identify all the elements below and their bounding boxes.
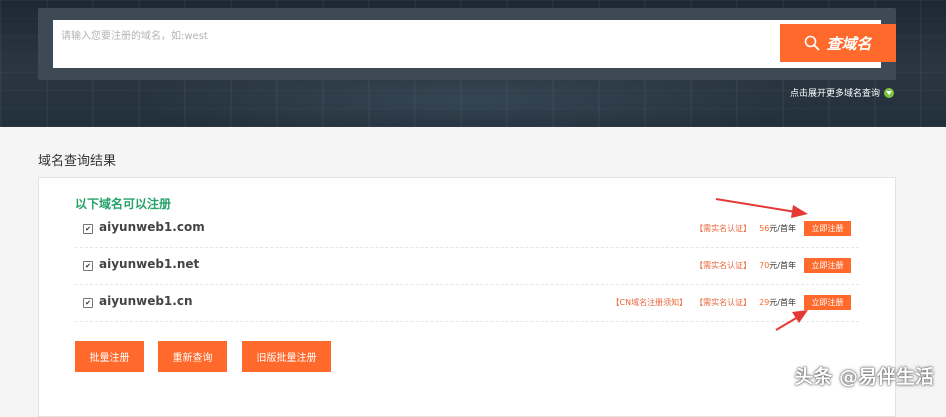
- results-panel: 以下域名可以注册 aiyunweb1.com 【需实名认证】 56元/首年 立即…: [38, 177, 896, 417]
- bulk-register-button[interactable]: 批量注册: [75, 341, 144, 372]
- old-bulk-register-button[interactable]: 旧版批量注册: [242, 341, 331, 372]
- domain-row: aiyunweb1.net 【需实名认证】 70元/首年 立即注册: [75, 248, 859, 285]
- expand-more-query-link[interactable]: 点击展开更多域名查询: [790, 86, 894, 99]
- search-button-label: 查域名: [826, 34, 872, 53]
- search-box: 查域名: [53, 20, 896, 68]
- register-now-button[interactable]: 立即注册: [804, 295, 851, 310]
- domain-type-tabs: [48, 0, 252, 5]
- price-unit: 元/首年: [769, 261, 796, 270]
- price-value: 29: [759, 298, 770, 307]
- requery-button[interactable]: 重新查询: [158, 341, 227, 372]
- row-actions: 【需实名认证】 70元/首年 立即注册: [695, 258, 851, 273]
- price-value: 70: [759, 261, 770, 270]
- domain-name: aiyunweb1.net: [99, 257, 200, 271]
- domain-row: aiyunweb1.cn 【CN域名注册须知】 【需实名认证】 29元/首年 立…: [75, 285, 859, 322]
- domain-checkbox[interactable]: [83, 261, 93, 271]
- row-actions: 【CN域名注册须知】 【需实名认证】 29元/首年 立即注册: [612, 295, 851, 310]
- search-bar-frame: 查域名: [38, 8, 896, 80]
- cn-domain-notice-link[interactable]: 【CN域名注册须知】: [612, 297, 688, 308]
- search-hero: 查域名 点击展开更多域名查询: [0, 0, 946, 127]
- domain-checkbox[interactable]: [83, 224, 93, 234]
- domain-row: aiyunweb1.com 【需实名认证】 56元/首年 立即注册: [75, 211, 859, 248]
- register-now-button[interactable]: 立即注册: [804, 221, 851, 236]
- domain-checkbox[interactable]: [83, 298, 93, 308]
- realname-note[interactable]: 【需实名认证】: [695, 297, 751, 308]
- price: 56元/首年: [759, 223, 796, 234]
- chevron-down-icon: [884, 87, 894, 98]
- row-actions: 【需实名认证】 56元/首年 立即注册: [695, 221, 851, 236]
- available-title: 以下域名可以注册: [75, 197, 172, 211]
- domain-name: aiyunweb1.com: [99, 220, 205, 234]
- expand-link-label: 点击展开更多域名查询: [789, 89, 880, 99]
- price-unit: 元/首年: [769, 224, 796, 233]
- domain-name: aiyunweb1.cn: [99, 294, 193, 308]
- price-unit: 元/首年: [769, 298, 796, 307]
- realname-note[interactable]: 【需实名认证】: [695, 223, 751, 234]
- realname-note[interactable]: 【需实名认证】: [695, 260, 751, 271]
- price-value: 56: [759, 224, 770, 233]
- price: 29元/首年: [759, 297, 796, 308]
- results-section-title: 域名查询结果: [38, 154, 117, 169]
- price: 70元/首年: [759, 260, 796, 271]
- domain-search-input[interactable]: [53, 20, 753, 66]
- watermark: 头条 @易伴生活: [794, 366, 934, 388]
- search-domain-button[interactable]: 查域名: [780, 24, 896, 62]
- register-now-button[interactable]: 立即注册: [804, 258, 851, 273]
- search-icon: [805, 35, 820, 51]
